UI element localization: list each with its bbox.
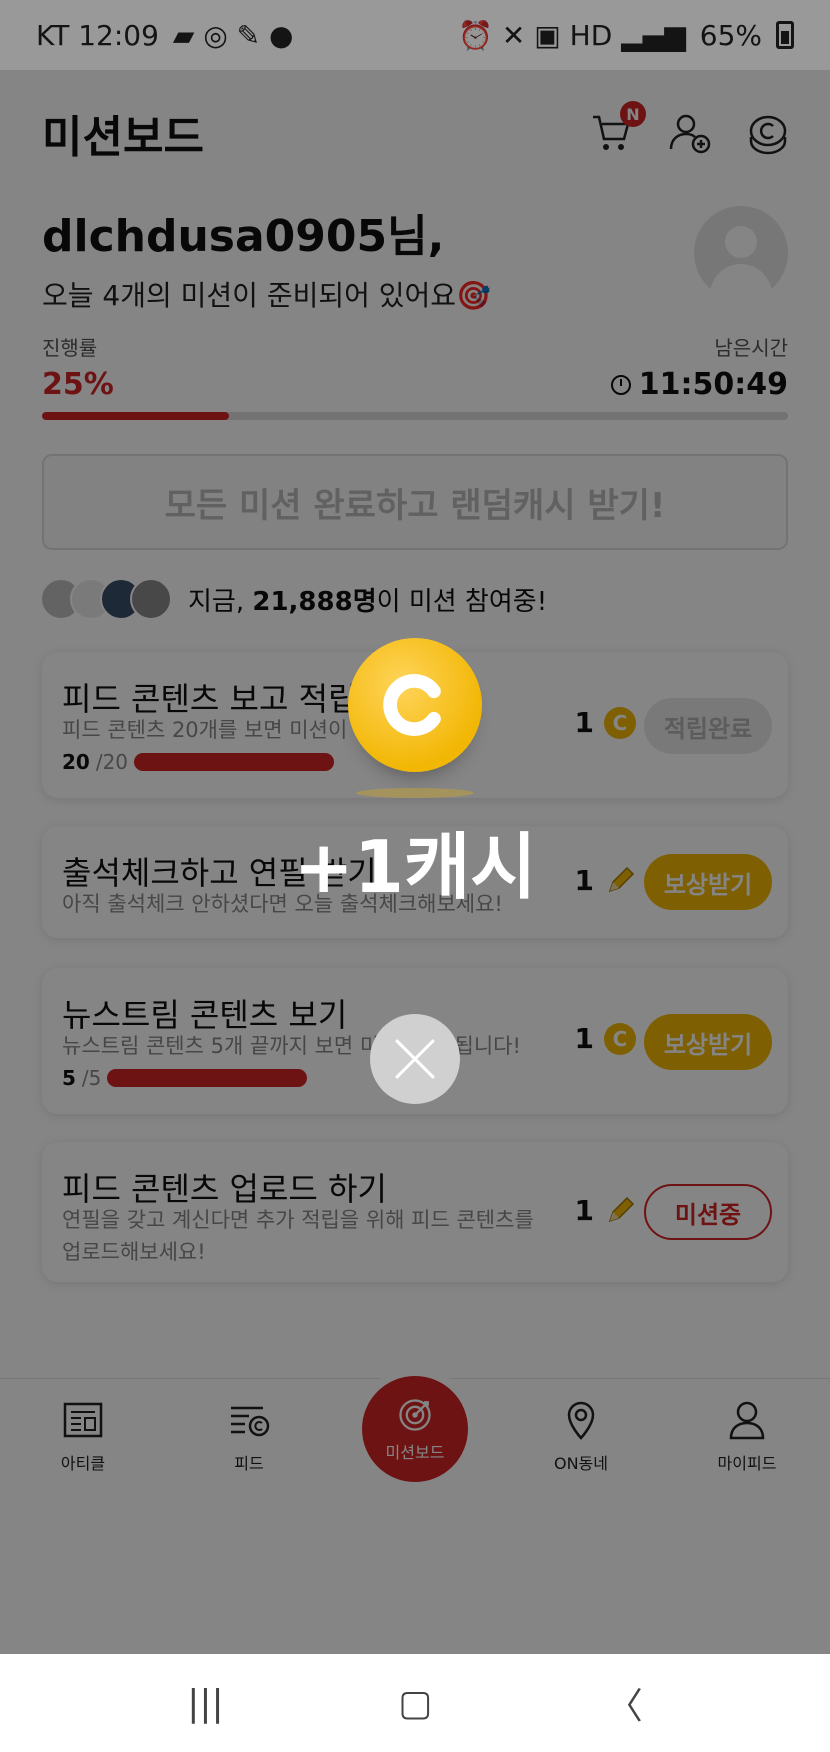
back-button[interactable]: 〈 xyxy=(607,1677,643,1729)
system-nav-bar: ||| ▢ 〈 xyxy=(0,1654,830,1752)
home-button[interactable]: ▢ xyxy=(398,1683,432,1724)
recent-apps-button[interactable]: ||| xyxy=(187,1683,223,1724)
status-bar-dim xyxy=(0,0,830,70)
coin-shadow xyxy=(356,788,474,798)
reward-text: +1캐시 xyxy=(293,825,537,909)
close-icon xyxy=(395,1039,435,1079)
close-popup-button[interactable] xyxy=(370,1014,460,1104)
reward-coin-icon xyxy=(348,638,482,772)
